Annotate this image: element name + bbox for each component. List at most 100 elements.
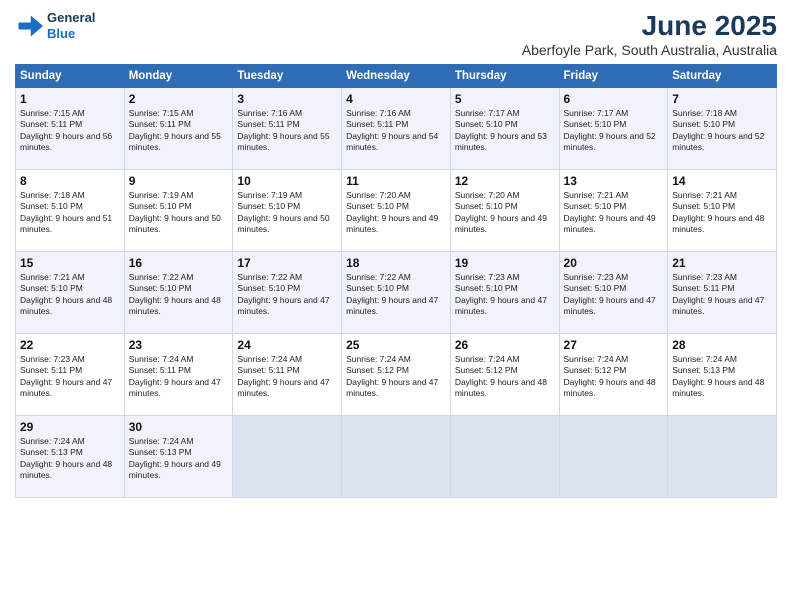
day-info: Sunrise: 7:19 AM Sunset: 5:10 PM Dayligh…: [237, 190, 337, 236]
day-info: Sunrise: 7:23 AM Sunset: 5:10 PM Dayligh…: [564, 272, 664, 318]
day-number: 23: [129, 338, 229, 352]
day-number: 6: [564, 92, 664, 106]
day-info: Sunrise: 7:23 AM Sunset: 5:11 PM Dayligh…: [20, 354, 120, 400]
week-row-3: 15Sunrise: 7:21 AM Sunset: 5:10 PM Dayli…: [16, 252, 777, 334]
header: General Blue June 2025 Aberfoyle Park, S…: [15, 10, 777, 58]
day-number: 27: [564, 338, 664, 352]
day-info: Sunrise: 7:17 AM Sunset: 5:10 PM Dayligh…: [564, 108, 664, 154]
day-number: 30: [129, 420, 229, 434]
day-number: 24: [237, 338, 337, 352]
day-info: Sunrise: 7:17 AM Sunset: 5:10 PM Dayligh…: [455, 108, 555, 154]
calendar-cell: 27Sunrise: 7:24 AM Sunset: 5:12 PM Dayli…: [559, 334, 668, 416]
calendar-cell: 19 Sunrise: 7:23 AM Sunset: 5:10 PM Dayli…: [450, 252, 559, 334]
calendar-cell: 8 Sunrise: 7:18 AM Sunset: 5:10 PM Daylig…: [16, 170, 125, 252]
logo: General Blue: [15, 10, 95, 41]
day-info: Sunrise: 7:20 AM Sunset: 5:10 PM Dayligh…: [455, 190, 555, 236]
day-number: 17: [237, 256, 337, 270]
day-number: 10: [237, 174, 337, 188]
calendar-cell: 7 Sunrise: 7:18 AM Sunset: 5:10 PM Daylig…: [668, 88, 777, 170]
calendar-cell: 4 Sunrise: 7:16 AM Sunset: 5:11 PM Daylig…: [342, 88, 451, 170]
day-info: Sunrise: 7:22 AM Sunset: 5:10 PM Dayligh…: [129, 272, 229, 318]
calendar-cell: 11 Sunrise: 7:20 AM Sunset: 5:10 PM Dayli…: [342, 170, 451, 252]
calendar-cell: 1Sunrise: 7:15 AM Sunset: 5:11 PM Daylig…: [16, 88, 125, 170]
day-info: Sunrise: 7:20 AM Sunset: 5:10 PM Dayligh…: [346, 190, 446, 236]
day-info: Sunrise: 7:18 AM Sunset: 5:10 PM Dayligh…: [672, 108, 772, 154]
day-number: 18: [346, 256, 446, 270]
day-info: Sunrise: 7:16 AM Sunset: 5:11 PM Dayligh…: [346, 108, 446, 154]
day-number: 12: [455, 174, 555, 188]
day-info: Sunrise: 7:22 AM Sunset: 5:10 PM Dayligh…: [237, 272, 337, 318]
day-info: Sunrise: 7:24 AM Sunset: 5:13 PM Dayligh…: [20, 436, 120, 482]
week-row-4: 22 Sunrise: 7:23 AM Sunset: 5:11 PM Dayli…: [16, 334, 777, 416]
day-number: 11: [346, 174, 446, 188]
day-number: 26: [455, 338, 555, 352]
header-cell-thursday: Thursday: [450, 65, 559, 88]
day-number: 22: [20, 338, 120, 352]
day-info: Sunrise: 7:21 AM Sunset: 5:10 PM Dayligh…: [20, 272, 120, 318]
logo-line2: Blue: [47, 26, 95, 42]
calendar-cell: 23 Sunrise: 7:24 AM Sunset: 5:11 PM Dayli…: [124, 334, 233, 416]
logo-icon: [15, 12, 43, 40]
day-info: Sunrise: 7:24 AM Sunset: 5:13 PM Dayligh…: [672, 354, 772, 400]
calendar-cell: 17 Sunrise: 7:22 AM Sunset: 5:10 PM Dayli…: [233, 252, 342, 334]
day-number: 1: [20, 92, 120, 106]
day-info: Sunrise: 7:23 AM Sunset: 5:10 PM Dayligh…: [455, 272, 555, 318]
calendar-cell: 3 Sunrise: 7:16 AM Sunset: 5:11 PM Daylig…: [233, 88, 342, 170]
logo-line1: General: [47, 10, 95, 26]
day-info: Sunrise: 7:24 AM Sunset: 5:11 PM Dayligh…: [129, 354, 229, 400]
day-number: 5: [455, 92, 555, 106]
calendar-cell: 15Sunrise: 7:21 AM Sunset: 5:10 PM Dayli…: [16, 252, 125, 334]
calendar-cell: 21Sunrise: 7:23 AM Sunset: 5:11 PM Dayli…: [668, 252, 777, 334]
calendar-cell: 10 Sunrise: 7:19 AM Sunset: 5:10 PM Dayli…: [233, 170, 342, 252]
calendar-cell: 30 Sunrise: 7:24 AM Sunset: 5:13 PM Dayli…: [124, 416, 233, 498]
week-row-2: 8 Sunrise: 7:18 AM Sunset: 5:10 PM Daylig…: [16, 170, 777, 252]
calendar-cell: 12 Sunrise: 7:20 AM Sunset: 5:10 PM Dayli…: [450, 170, 559, 252]
day-info: Sunrise: 7:24 AM Sunset: 5:11 PM Dayligh…: [237, 354, 337, 400]
header-cell-sunday: Sunday: [16, 65, 125, 88]
calendar-cell: 28 Sunrise: 7:24 AM Sunset: 5:13 PM Dayli…: [668, 334, 777, 416]
day-info: Sunrise: 7:19 AM Sunset: 5:10 PM Dayligh…: [129, 190, 229, 236]
calendar-cell: [668, 416, 777, 498]
header-row: SundayMondayTuesdayWednesdayThursdayFrid…: [16, 65, 777, 88]
day-info: Sunrise: 7:22 AM Sunset: 5:10 PM Dayligh…: [346, 272, 446, 318]
day-info: Sunrise: 7:24 AM Sunset: 5:12 PM Dayligh…: [455, 354, 555, 400]
day-number: 25: [346, 338, 446, 352]
day-info: Sunrise: 7:21 AM Sunset: 5:10 PM Dayligh…: [564, 190, 664, 236]
calendar-cell: [559, 416, 668, 498]
calendar-cell: 13 Sunrise: 7:21 AM Sunset: 5:10 PM Dayli…: [559, 170, 668, 252]
calendar-cell: 24 Sunrise: 7:24 AM Sunset: 5:11 PM Dayli…: [233, 334, 342, 416]
day-info: Sunrise: 7:21 AM Sunset: 5:10 PM Dayligh…: [672, 190, 772, 236]
day-info: Sunrise: 7:24 AM Sunset: 5:13 PM Dayligh…: [129, 436, 229, 482]
day-number: 20: [564, 256, 664, 270]
header-cell-saturday: Saturday: [668, 65, 777, 88]
day-number: 13: [564, 174, 664, 188]
header-cell-wednesday: Wednesday: [342, 65, 451, 88]
day-number: 16: [129, 256, 229, 270]
day-number: 14: [672, 174, 772, 188]
calendar-cell: [233, 416, 342, 498]
calendar-cell: 29Sunrise: 7:24 AM Sunset: 5:13 PM Dayli…: [16, 416, 125, 498]
calendar-cell: [342, 416, 451, 498]
header-cell-friday: Friday: [559, 65, 668, 88]
day-number: 3: [237, 92, 337, 106]
calendar-cell: 5 Sunrise: 7:17 AM Sunset: 5:10 PM Daylig…: [450, 88, 559, 170]
week-row-5: 29Sunrise: 7:24 AM Sunset: 5:13 PM Dayli…: [16, 416, 777, 498]
day-number: 28: [672, 338, 772, 352]
page: General Blue June 2025 Aberfoyle Park, S…: [0, 0, 792, 612]
day-number: 19: [455, 256, 555, 270]
day-info: Sunrise: 7:16 AM Sunset: 5:11 PM Dayligh…: [237, 108, 337, 154]
day-number: 4: [346, 92, 446, 106]
day-info: Sunrise: 7:23 AM Sunset: 5:11 PM Dayligh…: [672, 272, 772, 318]
header-cell-monday: Monday: [124, 65, 233, 88]
location-title: Aberfoyle Park, South Australia, Austral…: [522, 42, 777, 58]
day-number: 8: [20, 174, 120, 188]
day-number: 7: [672, 92, 772, 106]
title-block: June 2025 Aberfoyle Park, South Australi…: [522, 10, 777, 58]
day-number: 2: [129, 92, 229, 106]
day-info: Sunrise: 7:18 AM Sunset: 5:10 PM Dayligh…: [20, 190, 120, 236]
calendar-cell: 26 Sunrise: 7:24 AM Sunset: 5:12 PM Dayli…: [450, 334, 559, 416]
calendar-cell: 6 Sunrise: 7:17 AM Sunset: 5:10 PM Daylig…: [559, 88, 668, 170]
header-cell-tuesday: Tuesday: [233, 65, 342, 88]
calendar-cell: 20 Sunrise: 7:23 AM Sunset: 5:10 PM Dayli…: [559, 252, 668, 334]
day-info: Sunrise: 7:15 AM Sunset: 5:11 PM Dayligh…: [129, 108, 229, 154]
